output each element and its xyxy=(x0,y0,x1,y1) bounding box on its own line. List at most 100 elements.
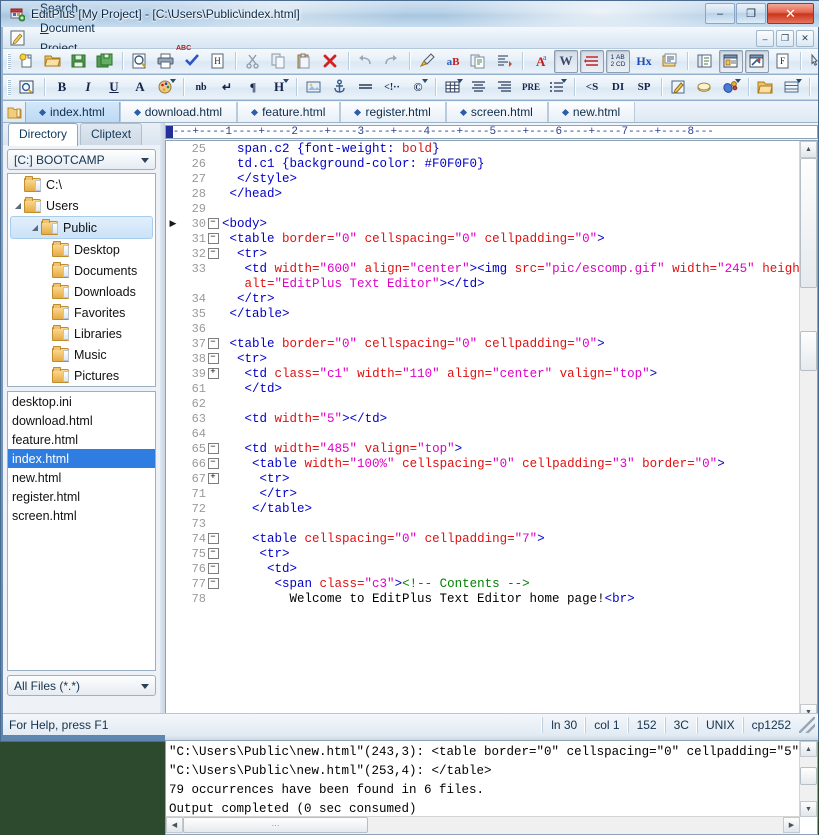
windows-preview-icon[interactable] xyxy=(815,76,819,99)
resize-grip[interactable] xyxy=(799,717,815,733)
anchor-icon[interactable] xyxy=(328,76,352,99)
save-file-icon[interactable] xyxy=(67,50,91,73)
paragraph-icon[interactable]: ¶ xyxy=(241,76,265,99)
code-line[interactable]: 72 </table> xyxy=(166,501,800,516)
sidebar-tab-cliptext[interactable]: Cliptext xyxy=(80,123,142,145)
minimize-button[interactable]: – xyxy=(705,3,735,24)
comment-icon[interactable]: <!·· xyxy=(380,76,404,99)
output-vertical-scrollbar[interactable]: ▲ ▼ xyxy=(799,741,817,817)
toolbar-grip[interactable] xyxy=(7,53,11,70)
scroll-down-arrow[interactable]: ▼ xyxy=(800,801,817,817)
file-list-item[interactable]: register.html xyxy=(8,487,155,506)
nbsp-icon[interactable]: nb xyxy=(189,76,213,99)
span-tag-icon[interactable]: SP xyxy=(632,76,656,99)
print-icon[interactable] xyxy=(154,50,178,73)
italic-icon[interactable]: I xyxy=(76,76,100,99)
fold-collapse-icon[interactable]: − xyxy=(206,578,220,589)
file-list-item[interactable]: feature.html xyxy=(8,430,155,449)
edit-page-icon[interactable] xyxy=(667,76,691,99)
output-window[interactable]: "C:\Users\Public\new.html"(243,3): <tabl… xyxy=(165,740,818,835)
code-line[interactable]: 34 </tr> xyxy=(166,291,800,306)
code-line[interactable]: 71 </tr> xyxy=(166,486,800,501)
drive-select[interactable]: [C:] BOOTCAMP xyxy=(7,149,156,170)
code-line[interactable]: 77− <span class="c3"><!-- Contents --> xyxy=(166,576,800,591)
file-list-item[interactable]: index.html xyxy=(8,449,155,468)
code-line[interactable]: 37− <table border="0" cellspacing="0" ce… xyxy=(166,336,800,351)
code-line[interactable]: 67+ <tr> xyxy=(166,471,800,486)
font-icon[interactable]: Aa xyxy=(528,50,552,73)
scroll-up-arrow[interactable]: ▲ xyxy=(800,741,817,757)
code-line[interactable]: 63 <td width="5"></td> xyxy=(166,411,800,426)
code-line[interactable]: 28 </head> xyxy=(166,186,800,201)
fold-collapse-icon[interactable]: − xyxy=(206,458,220,469)
font-size-icon[interactable]: A xyxy=(128,76,152,99)
page-view-icon[interactable]: H xyxy=(206,50,230,73)
code-line[interactable]: 32− <tr> xyxy=(166,246,800,261)
tree-node-public[interactable]: ◢Public xyxy=(10,216,153,239)
tree-node-pictures[interactable]: Pictures xyxy=(8,365,155,386)
maximize-restore-button[interactable]: ❐ xyxy=(736,3,766,24)
output-window-icon[interactable] xyxy=(693,50,717,73)
underline-icon[interactable]: U xyxy=(102,76,126,99)
show-spaces-icon[interactable] xyxy=(580,50,604,73)
save-all-icon[interactable] xyxy=(93,50,117,73)
open-file-icon[interactable] xyxy=(41,50,65,73)
undo-icon[interactable] xyxy=(354,50,378,73)
code-lines[interactable]: 25 span.c2 {font-weight: bold}26 td.c1 {… xyxy=(166,141,800,721)
align-center-icon[interactable] xyxy=(467,76,491,99)
code-line[interactable]: alt="EditPlus Text Editor"></td> xyxy=(166,276,800,291)
code-line[interactable]: 64 xyxy=(166,426,800,441)
new-file-icon[interactable] xyxy=(15,50,39,73)
fold-collapse-icon[interactable]: − xyxy=(206,248,220,259)
browser-preview-icon[interactable] xyxy=(745,50,769,73)
fold-expand-icon[interactable]: + xyxy=(206,368,220,379)
expander-icon[interactable]: ◢ xyxy=(12,201,24,210)
preview-html-icon[interactable] xyxy=(15,76,39,99)
code-line[interactable]: 33 <td width="600" align="center"><img s… xyxy=(166,261,800,276)
file-list-item[interactable]: desktop.ini xyxy=(8,392,155,411)
toolbar-grip[interactable] xyxy=(7,79,11,96)
tab-new-html[interactable]: new.html xyxy=(548,102,635,122)
code-line[interactable]: 65− <td width="485" valign="top"> xyxy=(166,441,800,456)
tree-node-desktop[interactable]: Desktop xyxy=(8,239,155,260)
code-line[interactable]: 78 Welcome to EditPlus Text Editor home … xyxy=(166,591,800,606)
tab-feature-html[interactable]: feature.html xyxy=(237,102,340,122)
line-break-icon[interactable]: ↵ xyxy=(215,76,239,99)
user-tools-icon[interactable] xyxy=(658,50,682,73)
code-line[interactable]: 66− <table width="100%" cellspacing="0" … xyxy=(166,456,800,471)
template-icon[interactable] xyxy=(780,76,804,99)
replace-icon[interactable]: aB xyxy=(441,50,465,73)
tab-register-html[interactable]: register.html xyxy=(340,102,445,122)
horizontal-rule-icon[interactable] xyxy=(354,76,378,99)
tab-download-html[interactable]: download.html xyxy=(120,102,237,122)
word-wrap-icon[interactable]: W xyxy=(554,50,578,73)
code-line[interactable]: 36 xyxy=(166,321,800,336)
code-line[interactable]: 35 </table> xyxy=(166,306,800,321)
file-list-item[interactable]: new.html xyxy=(8,468,155,487)
code-line[interactable]: ▶30−<body> xyxy=(166,216,800,231)
css-icon[interactable] xyxy=(693,76,717,99)
tree-node-documents[interactable]: Documents xyxy=(8,260,155,281)
tab-index-html[interactable]: index.html xyxy=(25,102,120,122)
tree-node-downloads[interactable]: Downloads xyxy=(8,281,155,302)
fold-collapse-icon[interactable]: − xyxy=(206,443,220,454)
output-horizontal-scrollbar[interactable]: ◀ ⋯ ▶ xyxy=(166,816,800,834)
tree-node-users[interactable]: ◢Users xyxy=(8,195,155,216)
tree-node-recorded-tv[interactable]: Recorded TV xyxy=(8,386,155,387)
find-icon[interactable] xyxy=(415,50,439,73)
code-line[interactable]: 31− <table border="0" cellspacing="0" ce… xyxy=(166,231,800,246)
tree-node-music[interactable]: Music xyxy=(8,344,155,365)
scroll-thumb[interactable] xyxy=(800,767,817,785)
paste-icon[interactable] xyxy=(293,50,317,73)
goto-line-icon[interactable] xyxy=(493,50,517,73)
delete-icon[interactable] xyxy=(319,50,343,73)
print-preview-icon[interactable] xyxy=(128,50,152,73)
file-list-item[interactable]: download.html xyxy=(8,411,155,430)
editor-vertical-scrollbar[interactable]: ▲ ▼ xyxy=(799,141,817,721)
code-line[interactable]: 73 xyxy=(166,516,800,531)
fold-collapse-icon[interactable]: − xyxy=(206,218,220,229)
insert-image-icon[interactable] xyxy=(302,76,326,99)
hex-view-icon[interactable]: Hx xyxy=(632,50,656,73)
code-line[interactable]: 74− <table cellspacing="0" cellpadding="… xyxy=(166,531,800,546)
directory-window-icon[interactable] xyxy=(719,50,743,73)
